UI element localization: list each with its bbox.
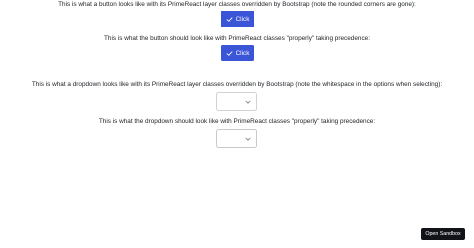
caption-button-proper: This is what the button should look like… <box>104 35 370 42</box>
open-sandbox-button[interactable]: Open Sandbox <box>421 228 465 240</box>
click-button-proper[interactable]: Click <box>221 45 254 61</box>
dropdown-proper[interactable] <box>216 129 257 148</box>
caption-dropdown-bootstrap: This is what a dropdown looks like with … <box>31 81 443 88</box>
caption-button-bootstrap: This is what a button looks like with it… <box>58 1 416 8</box>
click-button-bootstrap-label: Click <box>235 15 250 23</box>
chevron-down-icon <box>245 137 251 141</box>
page: This is what a button looks like with it… <box>0 0 474 248</box>
check-icon <box>226 50 233 56</box>
dropdown-bootstrap[interactable] <box>216 92 257 111</box>
click-button-proper-label: Click <box>235 49 250 57</box>
click-button-bootstrap[interactable]: Click <box>221 11 254 27</box>
check-icon <box>226 16 233 22</box>
caption-dropdown-proper: This is what the dropdown should look li… <box>98 118 376 125</box>
chevron-down-icon <box>245 100 251 104</box>
